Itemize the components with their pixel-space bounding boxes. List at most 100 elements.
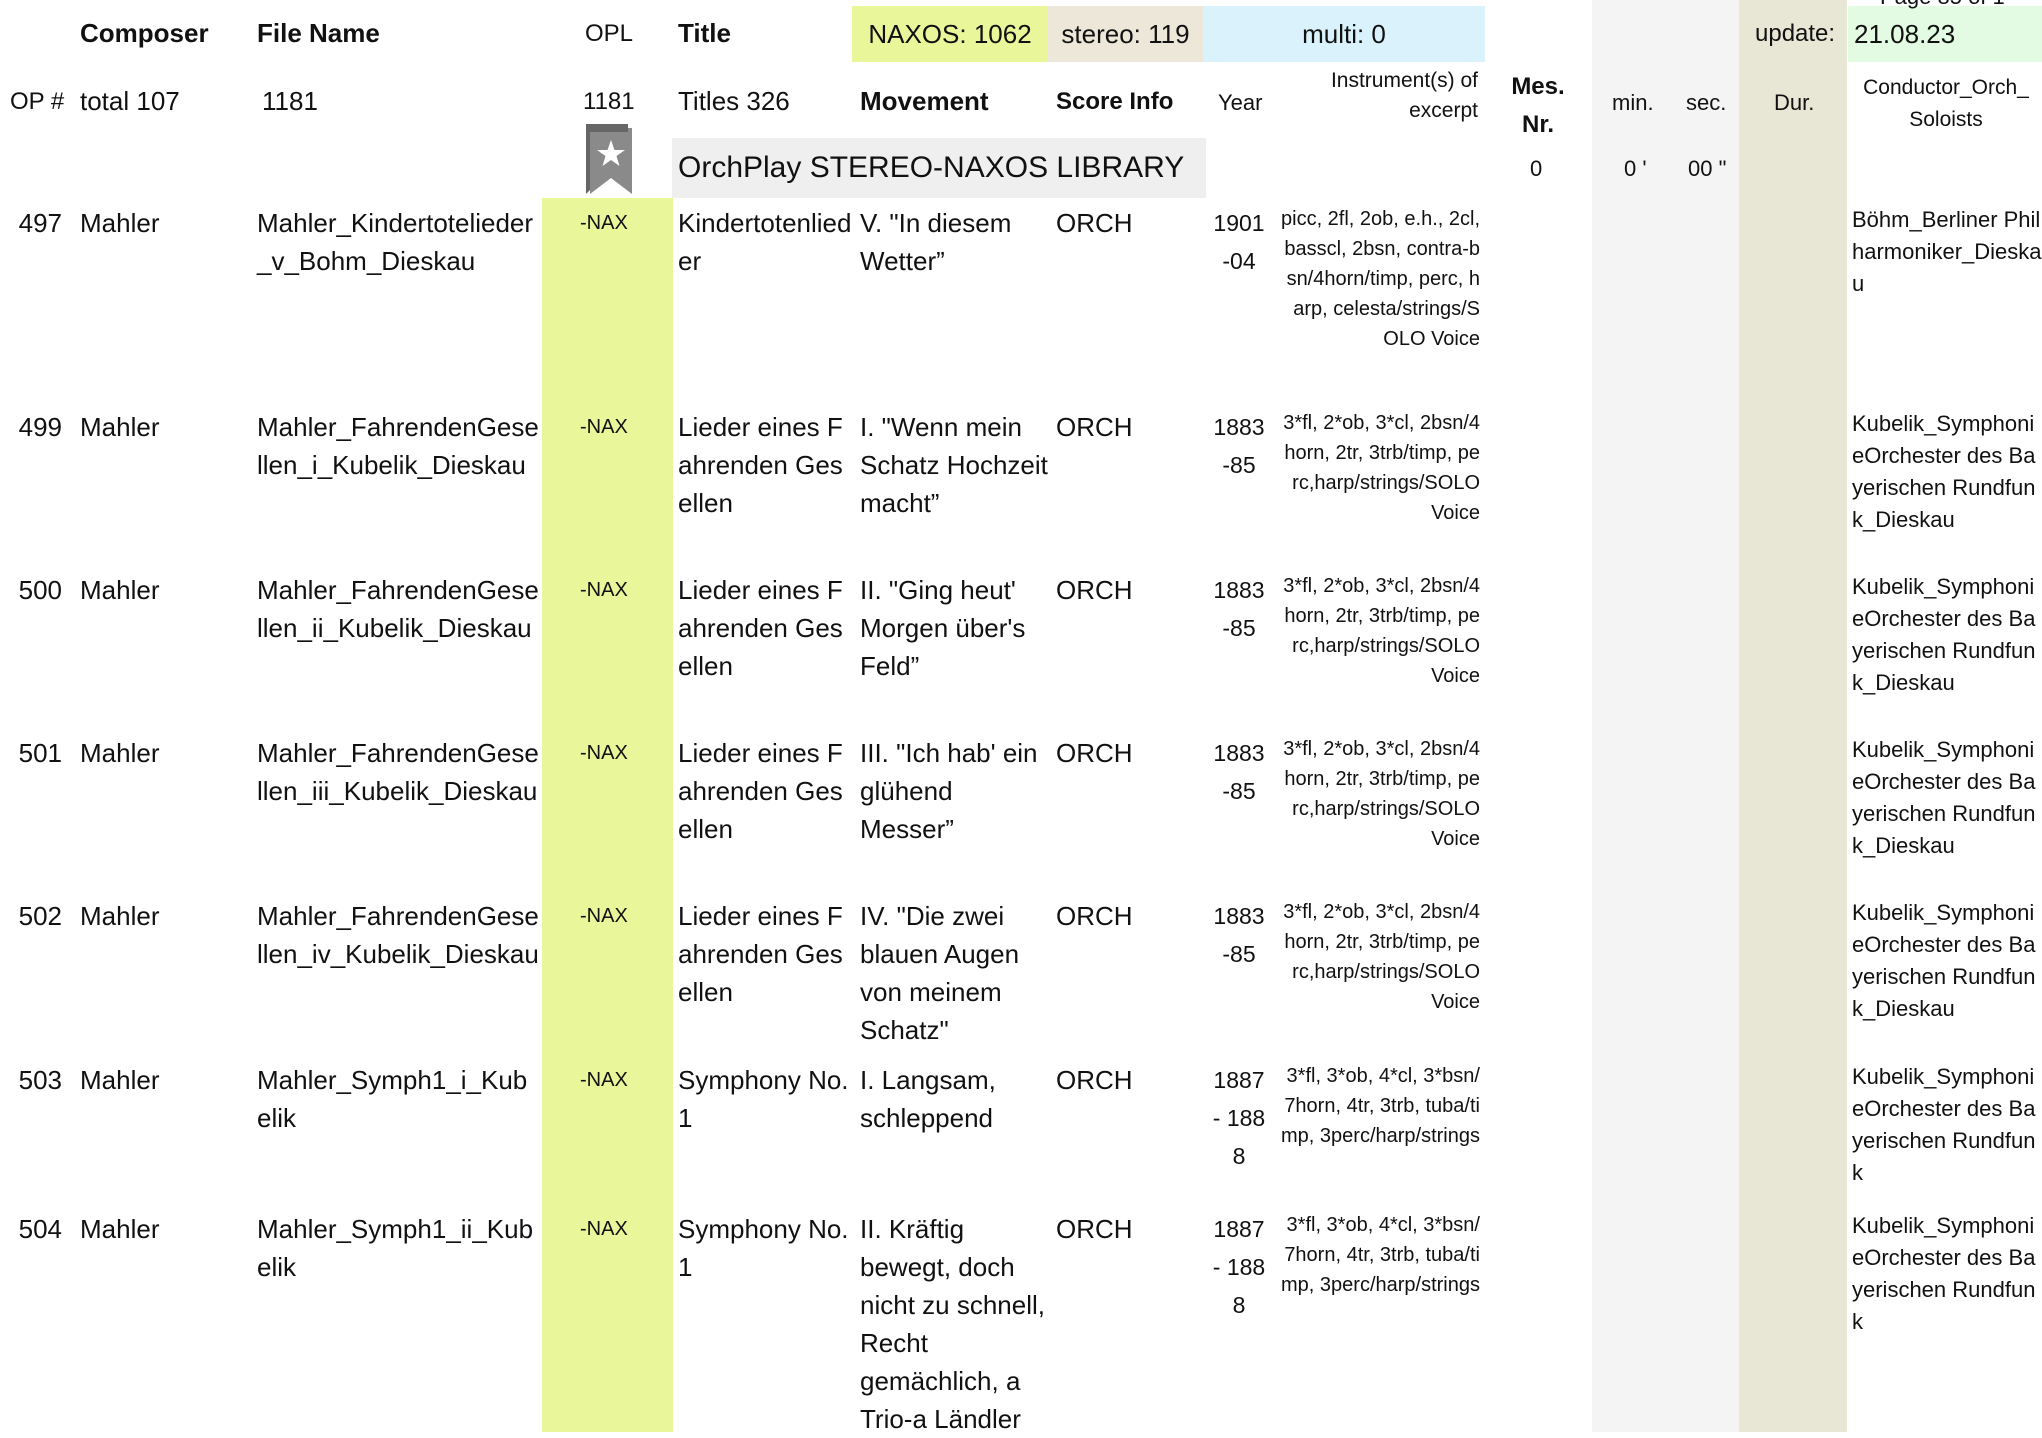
- row-year: 1887 - 1888: [1212, 1067, 1266, 1169]
- header-score-info: Score Info: [1056, 88, 1174, 115]
- row-op-number: 504: [18, 1214, 62, 1244]
- header-movement: Movement: [860, 86, 989, 116]
- page-number-fragment: Page 85 of 1: [1880, 0, 2005, 8]
- row-op-number: 503: [18, 1065, 62, 1095]
- header-mes-nr: Mes. Nr.: [1511, 73, 1565, 138]
- row-instruments: 3*fl, 2*ob, 3*cl, 2bsn/4horn, 2tr, 3trb/…: [1283, 901, 1480, 1013]
- row-instruments: picc, 2fl, 2ob, e.h., 2cl, basscl, 2bsn,…: [1281, 208, 1480, 350]
- row-instruments: 3*fl, 3*ob, 4*cl, 3*bsn/7horn, 4tr, 3trb…: [1281, 1214, 1480, 1296]
- row-opl-tag: -NAX: [580, 1069, 628, 1091]
- header-conductor: Conductor_Orch_ Soloists: [1863, 76, 2029, 131]
- row-instruments: 3*fl, 2*ob, 3*cl, 2bsn/4horn, 2tr, 3trb/…: [1283, 738, 1480, 850]
- row-title: Symphony No. 1: [678, 1214, 849, 1282]
- library-min-total: 0 ': [1624, 156, 1647, 181]
- dur-column-band: [1739, 0, 1847, 1432]
- row-op-number: 497: [18, 208, 62, 238]
- row-year: 1883-85: [1213, 414, 1265, 478]
- op-number-label: OP #: [10, 88, 65, 115]
- row-op-number: 501: [18, 738, 62, 768]
- row-opl-tag: -NAX: [580, 212, 628, 234]
- row-file-name: Mahler_Symph1_i_Kubelik: [257, 1065, 528, 1133]
- row-score-info: ORCH: [1056, 901, 1133, 931]
- header-min: min.: [1612, 90, 1654, 115]
- library-mes-total: 0: [1530, 156, 1543, 181]
- opl-count: 1181: [583, 88, 635, 115]
- row-conductor: Kubelik_SymphonieOrchester des Bayerisch…: [1852, 1213, 2036, 1334]
- row-score-info: ORCH: [1056, 208, 1133, 238]
- row-composer: Mahler: [80, 1065, 160, 1095]
- stereo-count-cell: stereo: 119: [1048, 6, 1203, 62]
- bookmark-icon[interactable]: [584, 124, 638, 198]
- row-opl-tag: -NAX: [580, 416, 628, 438]
- row-file-name: Mahler_Symph1_ii_Kubelik: [257, 1214, 534, 1282]
- row-opl-tag: -NAX: [580, 579, 628, 601]
- row-movement: III. "Ich hab' ein glühend Messer”: [860, 738, 1038, 844]
- row-conductor: Kubelik_SymphonieOrchester des Bayerisch…: [1852, 411, 2036, 532]
- row-composer: Mahler: [80, 901, 160, 931]
- composer-total: total 107: [80, 86, 180, 116]
- row-score-info: ORCH: [1056, 1214, 1133, 1244]
- row-movement: IV. "Die zwei blauen Augen von meinem Sc…: [860, 901, 1020, 1045]
- row-op-number: 502: [18, 901, 62, 931]
- row-conductor: Kubelik_SymphonieOrchester des Bayerisch…: [1852, 574, 2036, 695]
- row-composer: Mahler: [80, 738, 160, 768]
- row-instruments: 3*fl, 2*ob, 3*cl, 2bsn/4horn, 2tr, 3trb/…: [1283, 575, 1480, 687]
- row-file-name: Mahler_FahrendenGesellen_iii_Kubelik_Die…: [257, 738, 539, 806]
- titles-count: Titles 326: [678, 86, 790, 116]
- header-sec: sec.: [1686, 90, 1727, 115]
- row-conductor: Böhm_Berliner Philharmoniker_Dieskau: [1852, 207, 2042, 296]
- header-file-name: File Name: [257, 18, 380, 48]
- row-year: 1901-04: [1213, 210, 1265, 274]
- row-op-number: 500: [18, 575, 62, 605]
- row-opl-tag: -NAX: [580, 905, 628, 927]
- row-file-name: Mahler_Kindertotelieder_v_Bohm_Dieskau: [257, 208, 534, 276]
- library-title: OrchPlay STEREO-NAXOS LIBRARY: [672, 138, 1206, 198]
- row-composer: Mahler: [80, 1214, 160, 1244]
- row-movement: V. "In diesem Wetter”: [860, 208, 1012, 276]
- row-movement: I. Langsam, schleppend: [860, 1065, 996, 1133]
- multi-count-cell: multi: 0: [1203, 6, 1485, 62]
- library-sec-total: 00 ": [1688, 156, 1727, 181]
- update-date: 21.08.23: [1848, 6, 2042, 62]
- row-year: 1883-85: [1213, 740, 1265, 804]
- row-composer: Mahler: [80, 412, 160, 442]
- row-instruments: 3*fl, 2*ob, 3*cl, 2bsn/4horn, 2tr, 3trb/…: [1283, 412, 1480, 524]
- row-conductor: Kubelik_SymphonieOrchester des Bayerisch…: [1852, 737, 2036, 858]
- row-title: Kindertotenlieder: [678, 208, 852, 276]
- row-movement: I. "Wenn mein Schatz Hochzeit macht”: [860, 412, 1048, 518]
- files-count: 1181: [262, 86, 318, 116]
- row-title: Lieder eines Fahrenden Gesellen: [678, 901, 843, 1007]
- row-score-info: ORCH: [1056, 575, 1133, 605]
- row-movement: II. "Ging heut' Morgen über's Feld”: [860, 575, 1026, 681]
- row-title: Lieder eines Fahrenden Gesellen: [678, 412, 843, 518]
- header-opl: OPL: [585, 20, 634, 47]
- header-title: Title: [678, 18, 731, 48]
- row-movement: II. Kräftig bewegt, doch nicht zu schnel…: [860, 1214, 1045, 1434]
- row-conductor: Kubelik_SymphonieOrchester des Bayerisch…: [1852, 900, 2036, 1021]
- row-title: Lieder eines Fahrenden Gesellen: [678, 575, 843, 681]
- row-year: 1883-85: [1213, 903, 1265, 967]
- row-opl-tag: -NAX: [580, 742, 628, 764]
- row-score-info: ORCH: [1056, 1065, 1133, 1095]
- row-conductor: Kubelik_SymphonieOrchester des Bayerisch…: [1852, 1064, 2036, 1185]
- row-score-info: ORCH: [1056, 738, 1133, 768]
- naxos-count-cell: NAXOS: 1062: [852, 6, 1048, 62]
- row-year: 1887 - 1888: [1212, 1216, 1266, 1318]
- row-title: Symphony No. 1: [678, 1065, 849, 1133]
- row-file-name: Mahler_FahrendenGesellen_i_Kubelik_Diesk…: [257, 412, 539, 480]
- header-instruments: Instrument(s) of excerpt: [1330, 69, 1478, 122]
- row-opl-tag: -NAX: [580, 1218, 628, 1240]
- row-composer: Mahler: [80, 208, 160, 238]
- row-title: Lieder eines Fahrenden Gesellen: [678, 738, 843, 844]
- header-composer: Composer: [80, 18, 209, 48]
- update-label: update:: [1755, 20, 1836, 47]
- row-file-name: Mahler_FahrendenGesellen_iv_Kubelik_Dies…: [257, 901, 539, 969]
- row-op-number: 499: [18, 412, 62, 442]
- row-composer: Mahler: [80, 575, 160, 605]
- header-year: Year: [1218, 90, 1263, 115]
- minsec-column-band: [1592, 0, 1739, 1432]
- row-file-name: Mahler_FahrendenGesellen_ii_Kubelik_Dies…: [257, 575, 539, 643]
- row-year: 1883-85: [1213, 577, 1265, 641]
- row-instruments: 3*fl, 3*ob, 4*cl, 3*bsn/7horn, 4tr, 3trb…: [1281, 1065, 1480, 1147]
- row-score-info: ORCH: [1056, 412, 1133, 442]
